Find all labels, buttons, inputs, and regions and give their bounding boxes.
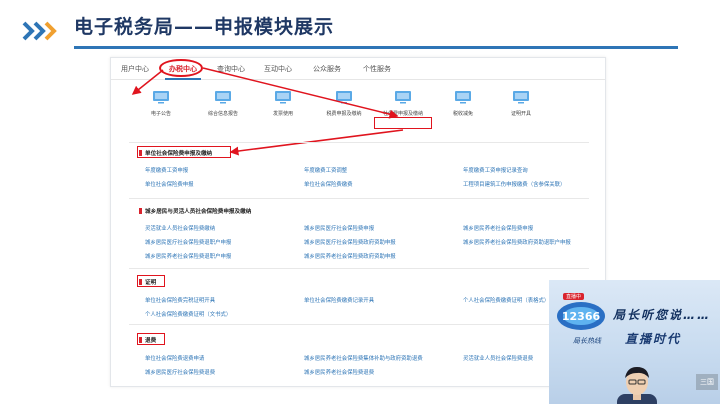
refund-section-highlight: [137, 333, 165, 345]
video-subtitle: 局长热线: [573, 337, 601, 345]
link-resident-medical-declare[interactable]: 城乡居民医疗社会保险费申报: [304, 224, 374, 232]
nav-interaction-center[interactable]: 互动中心: [264, 64, 292, 74]
active-tab-indicator: [165, 78, 201, 80]
section-divider: [129, 142, 589, 143]
func-label: 证明开具: [510, 111, 531, 117]
nav-user-center[interactable]: 用户中心: [121, 64, 149, 74]
link-unit-payment-record[interactable]: 单位社会保险费缴费记录开具: [304, 296, 374, 304]
monitor-icon: [513, 91, 529, 104]
proof-section-highlight: [137, 275, 165, 287]
link-resident-pension-refund[interactable]: 城乡居民养老社会保险费退费: [304, 368, 374, 376]
link-construction-injury[interactable]: 工程项目建筑工伤申报缴费（含参保关联）: [463, 180, 565, 188]
nav-public-service[interactable]: 公众服务: [313, 64, 341, 74]
channel-watermark: 三国: [696, 374, 718, 390]
link-annual-wage-declare[interactable]: 年度缴费工资申报: [145, 166, 188, 174]
slide-title: 电子税务局——申报模块展示: [74, 16, 335, 38]
link-resident-pension-retired[interactable]: 城乡居民养老社会保险费退职户申报: [145, 252, 231, 260]
monitor-icon: [455, 91, 471, 104]
link-unit-insurance-declare[interactable]: 单位社会保险费申报: [145, 180, 194, 188]
monitor-icon: [336, 91, 352, 104]
monitor-icon: [215, 91, 231, 104]
live-tag: 直播中: [563, 293, 585, 300]
chevron-arrows-icon: [22, 21, 57, 41]
presentation-slide: 电子税务局——申报模块展示 用户中心 办税中心 查询中心 互动中心 公众服务 个…: [0, 0, 720, 404]
func-label: 综合信息报告: [207, 111, 238, 117]
link-unit-refund-apply[interactable]: 单位社会保险费退费申请: [145, 354, 204, 362]
link-personal-proof-doc[interactable]: 个人社会保险费缴费证明（文书式）: [145, 310, 231, 318]
link-resident-pension-gov-retired[interactable]: 城乡居民养老社会保险费政府资助退职户申报: [463, 238, 571, 246]
func-tax-reduction[interactable]: 税收减免: [433, 90, 493, 117]
link-resident-pension-gov[interactable]: 城乡居民养老社会保险费政府资助申报: [304, 252, 396, 260]
video-title: 局长听您说……: [613, 308, 712, 322]
link-flexible-employee-refund[interactable]: 灵活就业人员社会保险费退费: [463, 354, 533, 362]
function-icon-row: 电子公告 综合信息报告 发票使用 税费申报及缴纳 社保费申报及缴纳 税收减免 证…: [111, 90, 605, 134]
link-collective-subsidy-refund[interactable]: 城乡居民养老社会保险费集体补助与政府资助退费: [304, 354, 423, 362]
title-underline: [74, 46, 678, 49]
func-label: 社保费申报及缴纳: [382, 111, 423, 117]
func-e-notice[interactable]: 电子公告: [131, 90, 191, 117]
video-title-secondary: 直播时代: [625, 332, 682, 346]
link-flexible-employee-pay[interactable]: 灵活就业人员社会保险费缴纳: [145, 224, 215, 232]
link-annual-wage-query[interactable]: 年度缴费工资申报记录查询: [463, 166, 528, 174]
func-social-insurance-declare[interactable]: 社保费申报及缴纳: [373, 90, 433, 117]
tax-center-highlight-ring: [159, 59, 203, 77]
tax-portal-screenshot: 用户中心 办税中心 查询中心 互动中心 公众服务 个性服务 电子公告 综合信息报…: [110, 57, 606, 387]
link-unit-tax-proof[interactable]: 单位社会保险费完税证明开具: [145, 296, 215, 304]
func-invoice[interactable]: 发票使用: [253, 90, 313, 117]
link-unit-insurance-pay[interactable]: 单位社会保险费缴费: [304, 180, 353, 188]
func-label: 税收减免: [452, 111, 473, 117]
func-certificate[interactable]: 证明开具: [491, 90, 551, 117]
live-video-overlay: 12366 直播中 局长听您说…… 局长热线 直播时代 三国: [549, 280, 720, 404]
social-insurance-highlight-box: [374, 117, 432, 129]
func-label: 发票使用: [272, 111, 293, 117]
section-divider: [129, 198, 589, 199]
monitor-icon: [275, 91, 291, 104]
presenter-avatar-icon: [617, 367, 657, 404]
func-label: 电子公告: [150, 111, 171, 117]
nav-query-center[interactable]: 查询中心: [217, 64, 245, 74]
link-resident-medical-retired[interactable]: 城乡居民医疗社会保险费退职户申报: [145, 238, 231, 246]
monitor-icon: [153, 91, 169, 104]
link-resident-medical-gov[interactable]: 城乡居民医疗社会保险费政府资助申报: [304, 238, 396, 246]
section-divider: [129, 268, 589, 269]
nav-personal-service[interactable]: 个性服务: [363, 64, 391, 74]
unit-section-highlight: [137, 146, 231, 158]
func-info-report[interactable]: 综合信息报告: [193, 90, 253, 117]
monitor-icon: [395, 91, 411, 104]
func-label: 税费申报及缴纳: [326, 111, 362, 117]
logo-text: 12366: [562, 310, 601, 323]
section-divider: [129, 324, 589, 325]
link-resident-pension-declare[interactable]: 城乡居民养老社会保险费申报: [463, 224, 533, 232]
link-annual-wage-adjust[interactable]: 年度缴费工资调整: [304, 166, 347, 174]
hotline-logo-icon: 12366: [557, 302, 605, 330]
link-personal-proof-table[interactable]: 个人社会保险费缴费证明（表格式）: [463, 296, 549, 304]
section-title-resident: 城乡居民与灵活人员社会保险费申报及缴纳: [139, 207, 251, 215]
link-resident-medical-refund[interactable]: 城乡居民医疗社会保险费退费: [145, 368, 215, 376]
func-tax-declare[interactable]: 税费申报及缴纳: [314, 90, 374, 117]
